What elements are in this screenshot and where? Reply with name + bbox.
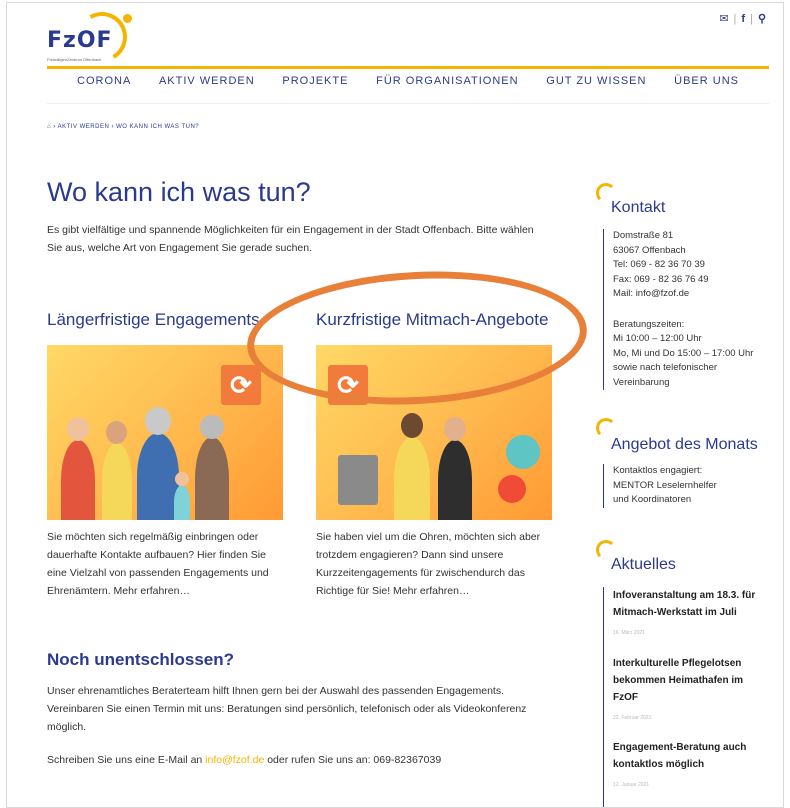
- nav-item-fuer-organisationen[interactable]: FÜR ORGANISATIONEN: [376, 75, 518, 87]
- news-date: 12. Januar 2021: [613, 782, 650, 788]
- card-heading-long-term[interactable]: Längerfristige Engagements: [47, 310, 260, 330]
- breadcrumb[interactable]: ⌂ › AKTIV WERDEN › WO KANN ICH WAS TUN?: [47, 124, 199, 130]
- person-head: [200, 415, 224, 439]
- nav-item-aktiv-werden[interactable]: AKTIV WERDEN: [159, 75, 255, 87]
- separator: |: [733, 12, 737, 25]
- mail-icon[interactable]: ✉: [719, 12, 728, 25]
- sidebar-heading-offer: Angebot des Monats: [611, 436, 758, 453]
- hours-line: sowie nach telefonischer: [613, 362, 718, 373]
- person-head: [175, 472, 189, 486]
- nav-item-corona[interactable]: CORONA: [77, 75, 131, 87]
- flower-icon: [498, 475, 526, 503]
- card-text-long-term: Sie möchten sich regelmäßig einbringen o…: [47, 531, 269, 597]
- search-icon[interactable]: ⚲: [758, 12, 766, 25]
- contact-line: 63067 Offenbach: [613, 244, 686, 256]
- contact-line: Tel: 069 - 82 36 70 39: [613, 259, 705, 270]
- person-figure: [102, 443, 132, 520]
- contact-sentence-pre: Schreiben Sie uns eine E-Mail an: [47, 754, 206, 766]
- news-item[interactable]: Engagement-Beratung auch kontaktlos mögl…: [613, 739, 763, 793]
- hours-line: Mi 10:00 – 12:00 Uhr: [613, 333, 702, 344]
- hours-line: Vereinbarung: [613, 376, 670, 388]
- person-figure: [137, 433, 179, 520]
- top-icons: ✉ | f | ⚲: [719, 12, 766, 26]
- logo-subtitle: FreiwilligenZentrum Offenbach: [47, 57, 102, 62]
- contact-line: Fax: 069 - 82 36 76 49: [613, 273, 709, 285]
- flower-icon: [506, 435, 540, 469]
- section-heading-undecided: Noch unentschlossen?: [47, 650, 235, 669]
- sidebar-arc-icon: [596, 418, 616, 438]
- person-head: [106, 421, 127, 444]
- intro-text: Es gibt vielfältige und spannende Möglic…: [47, 224, 534, 254]
- sidebar-heading-news: Aktuelles: [611, 556, 676, 573]
- contact-line: Domstraße 81: [613, 230, 674, 241]
- contact-sentence: Schreiben Sie uns eine E-Mail an info@fz…: [47, 751, 557, 769]
- nav-divider: [47, 103, 769, 104]
- contact-box: Domstraße 81 63067 Offenbach Tel: 069 - …: [603, 229, 773, 390]
- contact-sentence-post: oder rufen Sie uns an: 069-82367039: [264, 754, 442, 766]
- person-figure: [195, 437, 229, 520]
- news-list: Infoveranstaltung am 18.3. für Mitmach-W…: [603, 587, 763, 807]
- news-date: 22. Februar 2021: [613, 714, 652, 721]
- nav-item-gut-zu-wissen[interactable]: GUT ZU WISSEN: [546, 75, 646, 87]
- offer-text: Kontaktlos engagiert: MENTOR Leselernhel…: [613, 465, 717, 505]
- news-title[interactable]: Infoveranstaltung am 18.3. für Mitmach-W…: [613, 587, 763, 621]
- logo-text: FzOF: [47, 28, 113, 53]
- separator: |: [750, 12, 753, 25]
- person-head: [444, 417, 466, 441]
- person-head: [67, 417, 89, 441]
- sidebar-heading-contact: Kontakt: [611, 199, 666, 216]
- news-title[interactable]: Engagement-Beratung auch kontaktlos mögl…: [613, 739, 763, 773]
- facebook-icon[interactable]: f: [741, 13, 745, 25]
- person-figure: [174, 485, 190, 520]
- undecided-text: Unser ehrenamtliches Beraterteam hilft I…: [47, 685, 527, 733]
- card-image-long-term[interactable]: ⟳: [47, 345, 283, 520]
- logo-dot: [123, 14, 132, 23]
- news-item[interactable]: Interkulturelle Pflegelotsen bekommen He…: [613, 655, 763, 726]
- news-item[interactable]: Infoveranstaltung am 18.3. für Mitmach-W…: [613, 587, 763, 641]
- person-head: [401, 413, 423, 438]
- card-text-short-term: Sie haben viel um die Ohren, möchten sic…: [316, 531, 541, 597]
- page-title: Wo kann ich was tun?: [47, 177, 311, 207]
- hours-line: Mo, Mi und Do 15:00 – 17:00 Uhr: [613, 347, 754, 359]
- news-title[interactable]: Interkulturelle Pflegelotsen bekommen He…: [613, 655, 763, 706]
- header-rule: [47, 66, 769, 69]
- refresh-icon: ⟳: [221, 365, 261, 405]
- recycling-bin: [338, 455, 378, 505]
- contact-line: Mail: info@fzof.de: [613, 288, 690, 299]
- main-nav: CORONA AKTIV WERDEN PROJEKTE FÜR ORGANIS…: [47, 75, 769, 87]
- email-link[interactable]: info@fzof.de: [205, 754, 264, 766]
- hours-label: Beratungszeiten:: [613, 318, 685, 330]
- person-figure: [438, 440, 472, 520]
- person-head: [145, 407, 171, 435]
- person-figure: [394, 437, 430, 520]
- news-date: 16. März 2021: [613, 630, 645, 636]
- offer-box[interactable]: Kontaktlos engagiert: MENTOR Leselernhel…: [603, 464, 733, 508]
- nav-item-ueber-uns[interactable]: ÜBER UNS: [674, 75, 739, 87]
- person-figure: [61, 440, 95, 520]
- site-logo[interactable]: FzOF FreiwilligenZentrum Offenbach: [47, 6, 137, 68]
- nav-item-projekte[interactable]: PROJEKTE: [282, 75, 348, 87]
